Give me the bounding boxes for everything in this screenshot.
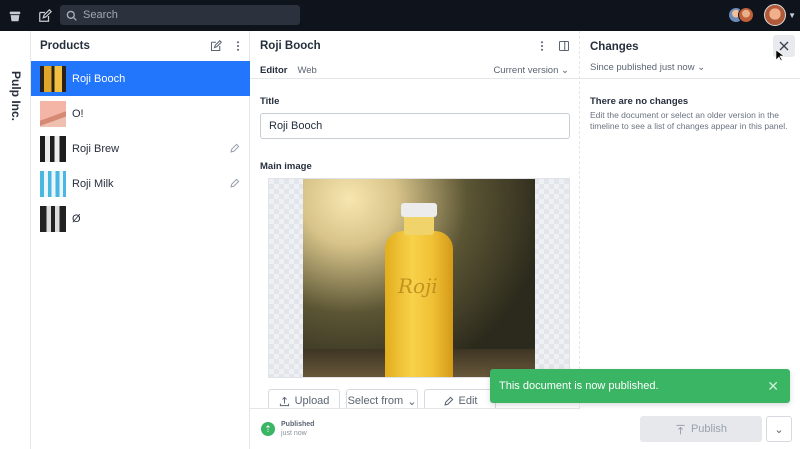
split-pane-button[interactable] <box>553 35 575 57</box>
list-item[interactable]: Roji Booch <box>31 61 250 96</box>
upload-icon <box>279 396 289 406</box>
empty-state-title: There are no changes <box>590 96 689 107</box>
pane-title: Products <box>40 40 90 52</box>
chevron-down-icon: ⌄ <box>774 423 784 436</box>
toast-message: This document is now published. <box>499 380 659 392</box>
toast-notification: This document is now published. ✕ <box>490 369 790 403</box>
publish-icon <box>676 424 685 434</box>
publish-state: Published <box>281 421 315 428</box>
list-item-label: Roji Brew <box>72 142 120 155</box>
list-item[interactable]: Roji Milk <box>31 166 250 201</box>
user-avatar[interactable] <box>764 4 787 26</box>
document-status-bar: ⇡ Published just now <box>250 408 580 449</box>
split-pane-icon <box>558 40 570 52</box>
list-item-label: Roji Milk <box>72 177 114 190</box>
product-photo: Roji <box>303 179 535 377</box>
studio-logo-icon[interactable] <box>0 0 30 31</box>
chevron-down-icon: ⌄ <box>561 64 569 76</box>
list-item-label: Ø <box>72 212 81 225</box>
cursor-icon <box>776 50 784 62</box>
divider <box>580 78 800 79</box>
presence-avatars[interactable]: ▼ <box>728 4 796 26</box>
publish-button[interactable]: Publish <box>640 416 762 442</box>
product-list: Roji Booch O! Roji Brew Roji Milk Ø <box>31 61 250 236</box>
main-image-field[interactable]: Roji <box>268 178 570 378</box>
more-vertical-icon <box>236 41 240 51</box>
edit-label: Edit <box>458 395 478 407</box>
product-thumbnail <box>40 170 66 197</box>
close-icon[interactable]: ✕ <box>767 378 779 395</box>
product-thumbnail <box>40 65 66 92</box>
list-item-label: Roji Booch <box>72 72 126 85</box>
pencil-icon <box>443 396 453 406</box>
list-item-label: O! <box>72 107 84 120</box>
tab-editor[interactable]: Editor <box>260 65 287 76</box>
search-icon <box>66 10 77 21</box>
search-bar[interactable] <box>60 5 300 25</box>
publish-time: just now <box>281 430 307 437</box>
since-label: Since published just now <box>590 62 695 73</box>
draft-pencil-icon <box>230 178 240 188</box>
divider <box>250 78 580 79</box>
search-input[interactable] <box>83 9 283 21</box>
publish-menu-button[interactable]: ⌄ <box>766 416 792 442</box>
pane-menu-button[interactable] <box>227 35 249 57</box>
top-bar: ▼ <box>0 0 800 31</box>
upload-label: Upload <box>294 395 330 407</box>
empty-state-description: Edit the document or select an older ver… <box>590 110 788 131</box>
chevron-down-icon: ⌄ <box>697 62 706 73</box>
brand-strip: Pulp Inc. <box>0 31 31 449</box>
image-field-label: Main image <box>260 161 312 172</box>
since-select[interactable]: Since published just now ⌄ <box>590 62 705 73</box>
list-item[interactable]: O! <box>31 96 250 131</box>
list-item[interactable]: Roji Brew <box>31 131 250 166</box>
create-document-button[interactable] <box>205 35 227 57</box>
brand-name: Pulp Inc. <box>9 71 23 122</box>
products-pane: Products Roji Booch O! Roji Brew Roji Mi… <box>31 31 250 449</box>
version-label: Current version <box>493 64 559 76</box>
published-status-icon: ⇡ <box>261 422 275 436</box>
document-title: Roji Booch <box>260 40 321 52</box>
list-item[interactable]: Ø <box>31 201 250 236</box>
product-thumbnail <box>40 100 66 127</box>
version-select[interactable]: Current version ⌄ <box>493 65 569 76</box>
tab-web[interactable]: Web <box>297 65 316 76</box>
chevron-down-icon[interactable]: ▼ <box>788 11 796 20</box>
publish-label: Publish <box>690 423 728 435</box>
chevron-down-icon: ⌄ <box>407 395 417 408</box>
product-thumbnail <box>40 135 66 162</box>
bottle-label-text: Roji <box>398 274 438 298</box>
select-from-label: Select from <box>347 395 404 407</box>
more-vertical-icon <box>540 41 544 51</box>
title-field[interactable] <box>260 113 570 139</box>
draft-pencil-icon <box>230 143 240 153</box>
compose-icon[interactable] <box>30 0 60 31</box>
title-field-label: Title <box>260 96 280 107</box>
product-thumbnail <box>40 205 66 232</box>
avatar <box>738 7 755 23</box>
document-menu-button[interactable] <box>531 35 553 57</box>
changes-title: Changes <box>590 41 639 53</box>
compose-icon <box>210 40 222 52</box>
